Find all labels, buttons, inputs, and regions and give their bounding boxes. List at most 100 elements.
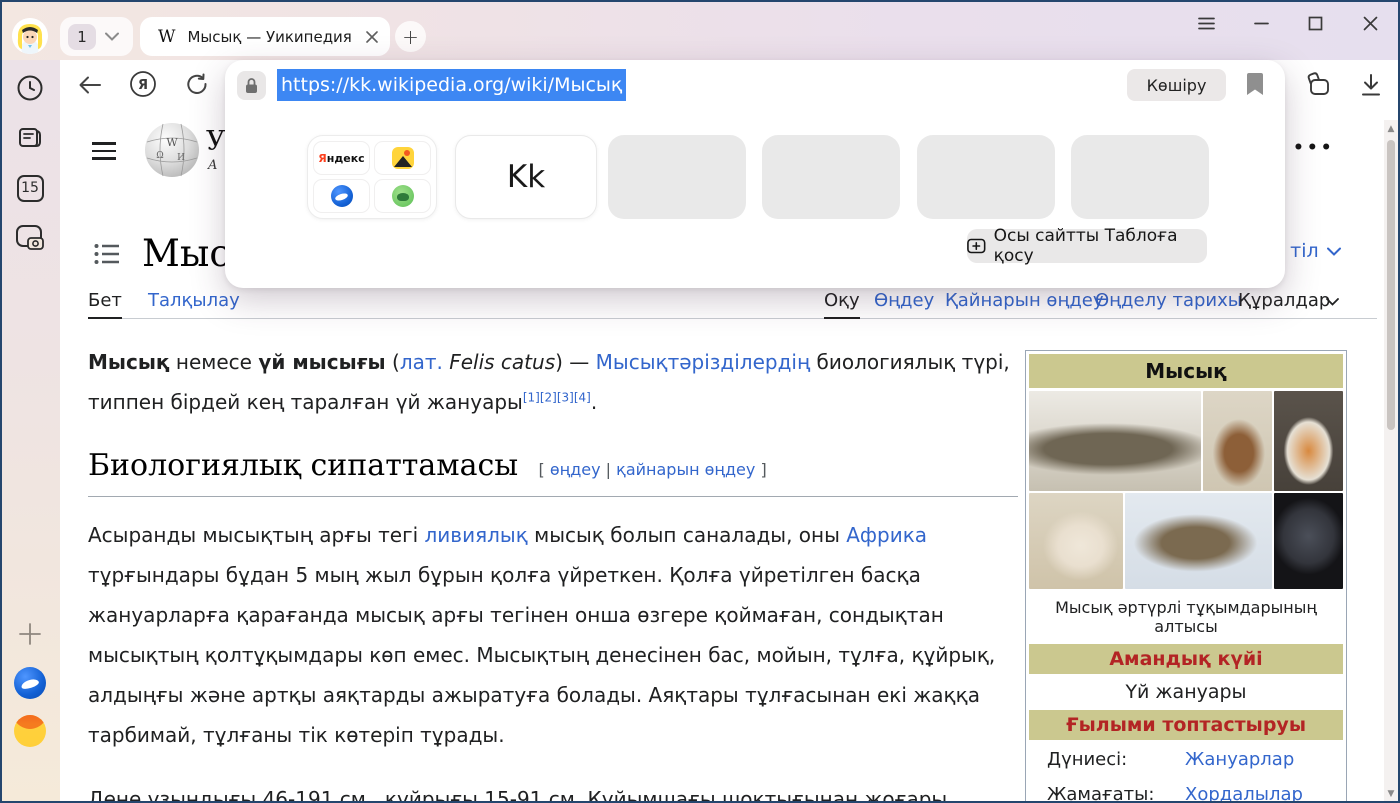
tab-history[interactable]: Өңделу тарихы	[1095, 290, 1242, 311]
article-body: Мысық немесе үй мысығы (лат. Felis catus…	[88, 342, 1018, 803]
wikipedia-tagline-partial: A	[208, 158, 217, 173]
yandex-services-tile[interactable]: Яндекс	[307, 135, 437, 219]
address-bar-url-selected[interactable]: https://kk.wikipedia.org/wiki/Мысық	[277, 69, 626, 101]
yandex-search-tile[interactable]: Яндекс	[313, 141, 370, 175]
tab-edit[interactable]: Өңдеу	[874, 290, 934, 311]
cat-photo-tabby-lying[interactable]	[1029, 391, 1201, 491]
taxobox: Мысық Мысық әртүрлі тұқымдарының алтысы …	[1025, 350, 1347, 803]
wikipedia-globe-logo[interactable]: W Ω И	[143, 120, 201, 180]
edit-source-link[interactable]: қайнарын өңдеу	[616, 460, 755, 479]
cat-photo-tabby-snow[interactable]	[1125, 493, 1272, 589]
taxonomy-link-phylum[interactable]: Хордалылар	[1185, 784, 1303, 803]
link-africa[interactable]: Африка	[846, 523, 927, 547]
text-span: Мысық	[88, 350, 170, 374]
tab-article[interactable]: Бет	[88, 290, 122, 311]
history-button[interactable]	[14, 72, 46, 104]
tablo-empty-tile[interactable]	[1071, 135, 1209, 219]
reload-icon	[185, 73, 209, 97]
browser-top-bar: 1 W Мысық — Уикипедия +	[0, 0, 1400, 60]
table-of-contents-icon[interactable]	[94, 243, 120, 265]
svg-text:W: W	[166, 136, 178, 149]
window-close-button[interactable]	[1360, 13, 1380, 33]
text-span: (	[386, 350, 400, 374]
cat-photo-abyssinian[interactable]	[1203, 391, 1272, 491]
date-badge: 15	[17, 175, 44, 202]
tab-talk[interactable]: Талқылау	[148, 290, 240, 311]
yandex-disk-tile[interactable]	[313, 179, 370, 213]
section-heading-row: Биологиялық сипаттамасы [ өңдеу | қайнар…	[88, 446, 1018, 497]
taxobox-title: Мысық	[1029, 354, 1343, 388]
cat-photo-gray-dark[interactable]	[1274, 493, 1343, 589]
header-more-menu[interactable]: •••	[1293, 138, 1335, 158]
page-scrollbar[interactable]: ▲ ▼	[1384, 120, 1398, 803]
notes-button[interactable]	[14, 121, 46, 153]
text-span: Асыранды мысықтың арғы тегі	[88, 523, 425, 547]
link-libyan[interactable]: ливиялық	[425, 523, 528, 547]
text-span: ) —	[555, 350, 596, 374]
window-menu-button[interactable]	[1196, 13, 1216, 33]
yandex-disk-button[interactable]	[14, 667, 46, 699]
reload-button[interactable]	[183, 71, 211, 99]
add-to-tablo-label: Осы сайтты Таблоға қосу	[994, 226, 1207, 266]
site-security-button[interactable]	[237, 71, 266, 100]
text-span: ]	[755, 460, 766, 479]
sidebar-add-button[interactable]	[14, 618, 46, 650]
tablo-empty-tile[interactable]	[762, 135, 900, 219]
tab-close-icon[interactable]	[366, 31, 378, 43]
calendar-button[interactable]: 15	[14, 172, 46, 204]
taxobox-caption: Мысық әртүрлі тұқымдарының алтысы	[1029, 591, 1343, 644]
text-span: үй мысығы	[258, 350, 385, 374]
tab-read[interactable]: Оқу	[824, 290, 860, 311]
notes-icon	[16, 123, 44, 151]
browser-tab[interactable]: W Мысық — Уикипедия	[140, 17, 390, 56]
link-latin[interactable]: лат.	[400, 350, 443, 374]
browser-window: 1 W Мысық — Уикипедия +	[0, 0, 1400, 803]
svg-text:И: И	[177, 153, 185, 163]
tab-group-counter[interactable]: 1	[60, 17, 133, 56]
cat-photo-siamese[interactable]	[1029, 493, 1123, 589]
tools-chevron-icon[interactable]	[1326, 298, 1339, 306]
tab-title: Мысық — Уикипедия	[187, 28, 358, 46]
yandex-green-service-tile[interactable]	[374, 179, 431, 213]
status-value: Үй жануары	[1029, 676, 1343, 710]
downloads-button[interactable]	[1357, 71, 1385, 99]
tab-tools[interactable]: Құралдар	[1238, 290, 1330, 311]
tablo-empty-tile[interactable]	[917, 135, 1055, 219]
minimize-button[interactable]	[1251, 13, 1271, 33]
screenshot-button[interactable]	[14, 222, 46, 254]
edit-link[interactable]: өңдеу	[550, 460, 601, 479]
chevron-down-icon	[1327, 247, 1341, 256]
scroll-up-arrow[interactable]: ▲	[1384, 122, 1398, 136]
scroll-down-arrow[interactable]: ▼	[1384, 787, 1398, 801]
bookmark-button[interactable]	[1247, 73, 1263, 95]
ref-links[interactable]: [1][2][3][4]	[523, 390, 591, 404]
paragraph-1: Асыранды мысықтың арғы тегі ливиялық мыс…	[88, 515, 1018, 755]
profile-avatar[interactable]	[12, 18, 48, 54]
back-button[interactable]	[76, 71, 104, 99]
tab-edit-source[interactable]: Қайнарын өңдеу	[945, 290, 1104, 311]
tablo-empty-tile[interactable]	[608, 135, 746, 219]
yandex-images-icon	[392, 147, 414, 169]
yandex-search-button[interactable]: Я	[129, 70, 157, 98]
yandex-mail-button[interactable]	[14, 715, 46, 747]
svg-text:Я: Я	[138, 78, 148, 93]
cat-photo-ginger-white[interactable]	[1274, 391, 1343, 491]
bookmark-icon	[1247, 73, 1263, 95]
copy-url-button[interactable]: Көшіру	[1127, 69, 1226, 101]
new-tab-button[interactable]: +	[395, 21, 426, 52]
clock-icon	[16, 74, 44, 102]
collections-button[interactable]	[1303, 71, 1331, 99]
wikipedia-favicon: W	[158, 27, 175, 47]
add-to-tablo-button[interactable]: Осы сайтты Таблоға қосу	[967, 229, 1207, 263]
plus-icon	[18, 622, 42, 646]
yandex-images-tile[interactable]	[374, 141, 431, 175]
taxonomy-link-kingdom[interactable]: Жануарлар	[1185, 749, 1294, 770]
tablo-tile-kk-wikipedia[interactable]: Kk	[455, 135, 597, 219]
chevron-down-icon	[105, 32, 119, 41]
maximize-button[interactable]	[1305, 13, 1325, 33]
link-felidae[interactable]: Мысықтәрізділердің	[596, 350, 811, 374]
screenshot-camera-icon	[15, 224, 45, 252]
scrollbar-thumb[interactable]	[1387, 140, 1395, 430]
minimize-icon	[1254, 22, 1269, 25]
wiki-main-menu-button[interactable]	[92, 142, 116, 160]
